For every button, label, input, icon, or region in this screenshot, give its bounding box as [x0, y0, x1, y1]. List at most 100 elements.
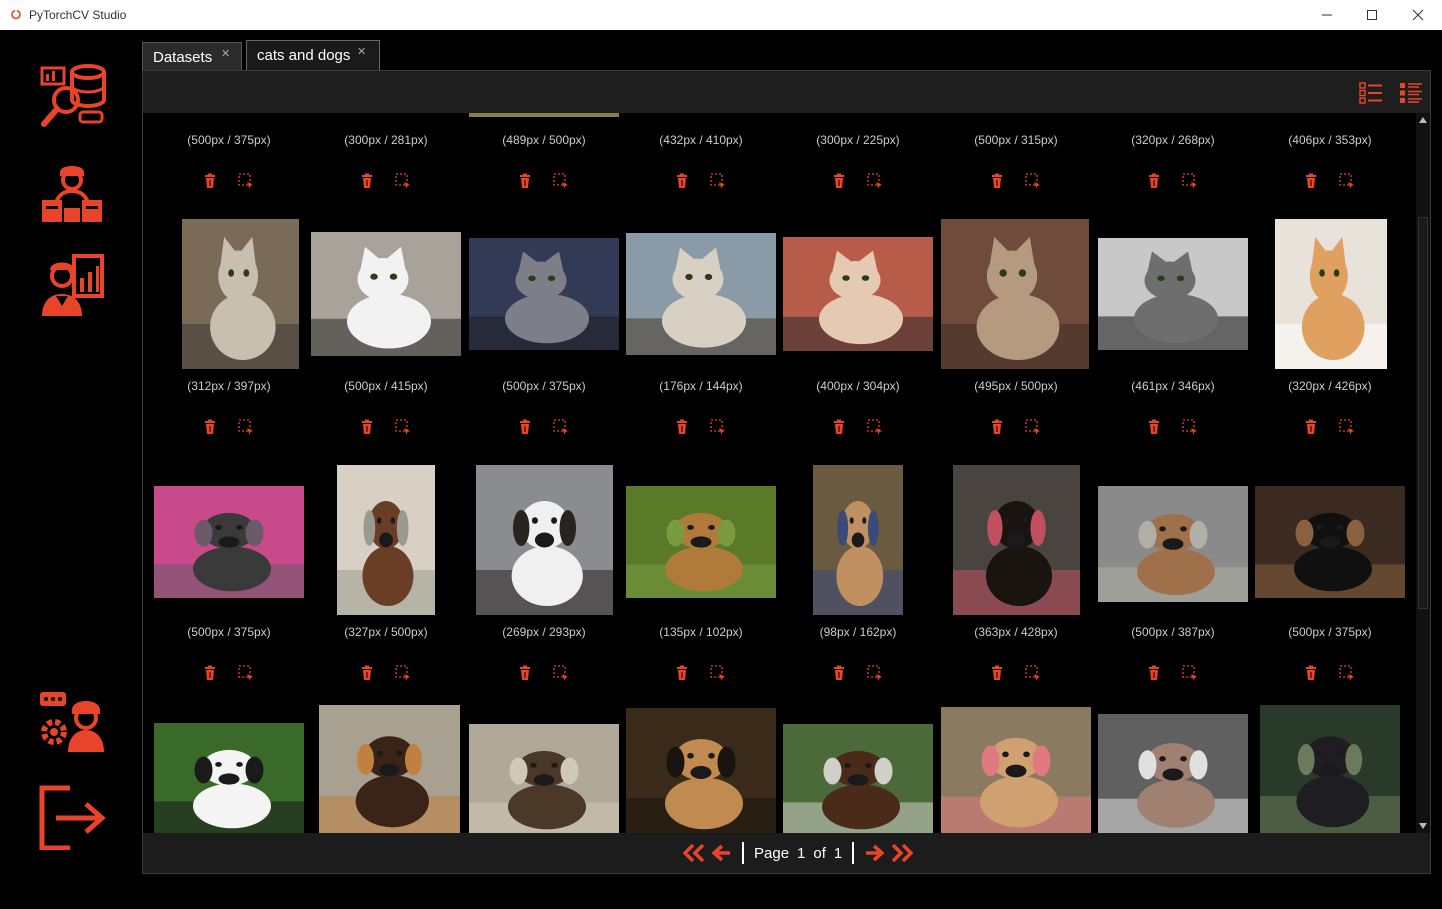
dog-image-thumbnail[interactable] — [1255, 486, 1405, 598]
last-page-button[interactable] — [888, 841, 916, 865]
delete-image-button[interactable] — [202, 419, 218, 435]
next-page-button[interactable] — [860, 841, 888, 865]
scroll-down-icon[interactable] — [1419, 823, 1427, 829]
image-size-label: (400px / 304px) — [816, 379, 900, 393]
delete-image-button[interactable] — [1146, 173, 1162, 189]
annotate-image-button[interactable] — [553, 173, 569, 189]
delete-image-button[interactable] — [202, 173, 218, 189]
delete-image-button[interactable] — [831, 665, 847, 681]
dog-image-thumbnail[interactable] — [1098, 486, 1248, 602]
close-button[interactable] — [1395, 0, 1441, 30]
annotate-image-button[interactable] — [867, 665, 883, 681]
dog-image-thumbnail[interactable] — [319, 705, 460, 833]
minimize-button[interactable] — [1304, 0, 1350, 30]
annotate-image-button[interactable] — [1339, 419, 1355, 435]
dog-image-thumbnail[interactable] — [337, 465, 435, 615]
dog-image-thumbnail[interactable] — [1260, 705, 1400, 833]
delete-image-button[interactable] — [1303, 665, 1319, 681]
cat-image-thumbnail[interactable] — [1275, 219, 1387, 369]
annotate-image-button[interactable] — [710, 419, 726, 435]
annotate-image-button[interactable] — [238, 665, 254, 681]
cat-image-thumbnail[interactable] — [469, 238, 619, 350]
annotate-image-button[interactable] — [238, 419, 254, 435]
dog-image-thumbnail[interactable] — [476, 465, 613, 615]
tab-datasets[interactable]: Datasets ✕ — [142, 42, 242, 70]
image-thumbnail[interactable] — [469, 113, 619, 117]
tab-cats-and-dogs[interactable]: cats and dogs ✕ — [246, 40, 380, 70]
dog-image-thumbnail[interactable] — [953, 465, 1080, 615]
annotate-image-button[interactable] — [1025, 665, 1041, 681]
cat-image-thumbnail[interactable] — [1098, 238, 1248, 350]
image-grid: (500px / 375px) (300px / 281px) (489px / 5… — [143, 113, 1416, 833]
cat-image-thumbnail[interactable] — [311, 232, 461, 356]
cat-image-thumbnail[interactable] — [626, 233, 776, 355]
delete-image-button[interactable] — [1303, 173, 1319, 189]
annotate-image-button[interactable] — [1182, 419, 1198, 435]
list-view-icon[interactable] — [1359, 81, 1383, 105]
maximize-button[interactable] — [1349, 0, 1395, 30]
annotate-image-button[interactable] — [1182, 665, 1198, 681]
annotate-image-button[interactable] — [553, 419, 569, 435]
analyst-report-icon[interactable] — [36, 252, 108, 320]
dataset-search-icon[interactable] — [36, 62, 108, 130]
annotator-team-icon[interactable] — [36, 158, 108, 226]
delete-image-button[interactable] — [989, 419, 1005, 435]
scrollbar-thumb[interactable] — [1418, 217, 1428, 609]
dog-image-thumbnail[interactable] — [626, 708, 776, 833]
delete-image-button[interactable] — [1146, 419, 1162, 435]
cat-image-thumbnail[interactable] — [783, 237, 933, 351]
dog-image-thumbnail[interactable] — [1098, 714, 1248, 833]
delete-image-button[interactable] — [1303, 419, 1319, 435]
pagination-divider — [852, 842, 855, 864]
dog-image-thumbnail[interactable] — [813, 465, 903, 615]
delete-image-button[interactable] — [674, 419, 690, 435]
annotate-image-button[interactable] — [867, 419, 883, 435]
tab-close-icon[interactable]: ✕ — [357, 45, 366, 58]
annotate-image-button[interactable] — [1182, 173, 1198, 189]
annotate-image-button[interactable] — [395, 419, 411, 435]
delete-image-button[interactable] — [674, 173, 690, 189]
delete-image-button[interactable] — [359, 419, 375, 435]
delete-image-button[interactable] — [517, 419, 533, 435]
dog-image-thumbnail[interactable] — [154, 486, 304, 598]
current-page[interactable]: 1 — [797, 845, 805, 862]
annotate-image-button[interactable] — [1339, 665, 1355, 681]
annotate-image-button[interactable] — [1339, 173, 1355, 189]
annotate-image-button[interactable] — [710, 665, 726, 681]
delete-image-button[interactable] — [202, 665, 218, 681]
delete-image-button[interactable] — [674, 665, 690, 681]
annotate-image-button[interactable] — [710, 173, 726, 189]
logout-icon[interactable] — [36, 782, 108, 851]
detail-list-icon[interactable] — [1399, 81, 1423, 105]
annotate-image-button[interactable] — [238, 173, 254, 189]
annotate-image-button[interactable] — [1025, 419, 1041, 435]
delete-image-button[interactable] — [359, 173, 375, 189]
cat-image-thumbnail[interactable] — [182, 219, 299, 369]
annotate-image-button[interactable] — [395, 665, 411, 681]
cat-image-thumbnail[interactable] — [941, 219, 1089, 369]
scroll-up-icon[interactable] — [1419, 117, 1427, 123]
dog-image-thumbnail[interactable] — [783, 724, 933, 833]
dog-image-thumbnail[interactable] — [626, 486, 776, 598]
delete-image-button[interactable] — [831, 419, 847, 435]
dog-image-thumbnail[interactable] — [941, 707, 1091, 833]
delete-image-button[interactable] — [359, 665, 375, 681]
annotate-image-button[interactable] — [553, 665, 569, 681]
annotate-image-button[interactable] — [1025, 173, 1041, 189]
dog-image-thumbnail[interactable] — [469, 724, 619, 833]
settings-user-icon[interactable] — [36, 688, 108, 756]
delete-image-button[interactable] — [989, 173, 1005, 189]
delete-image-button[interactable] — [989, 665, 1005, 681]
delete-image-button[interactable] — [1146, 665, 1162, 681]
annotate-image-button[interactable] — [395, 173, 411, 189]
delete-image-button[interactable] — [517, 665, 533, 681]
delete-image-button[interactable] — [517, 173, 533, 189]
tab-close-icon[interactable]: ✕ — [221, 47, 230, 60]
delete-image-button[interactable] — [831, 173, 847, 189]
vertical-scrollbar[interactable] — [1416, 113, 1430, 833]
dog-image-thumbnail[interactable] — [154, 723, 304, 833]
previous-page-button[interactable] — [708, 841, 736, 865]
bounding-box-icon — [238, 419, 253, 435]
annotate-image-button[interactable] — [867, 173, 883, 189]
first-page-button[interactable] — [680, 841, 708, 865]
